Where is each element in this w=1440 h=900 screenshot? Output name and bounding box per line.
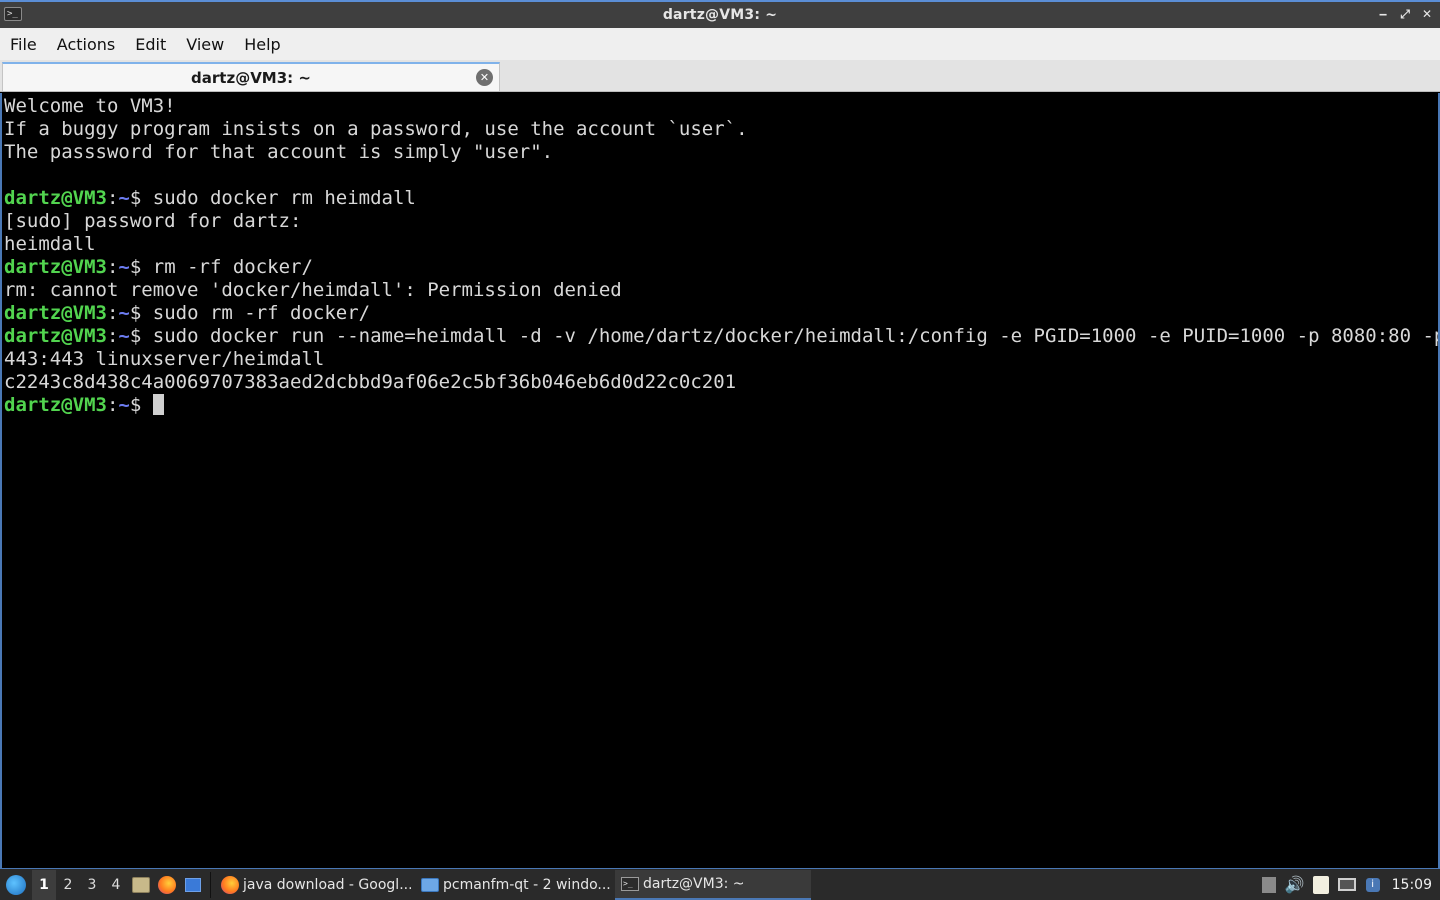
command-text: rm -rf docker/ bbox=[152, 256, 313, 278]
terminal-prompt-line: dartz@VM3:~$ sudo docker run --name=heim… bbox=[4, 325, 1438, 348]
menu-view[interactable]: View bbox=[178, 35, 232, 54]
window-titlebar[interactable]: >_ dartz@VM3: ~ ‒ ⤢ ✕ bbox=[0, 0, 1440, 28]
quicklaunch-files[interactable] bbox=[128, 870, 154, 900]
tray-clipboard[interactable] bbox=[1308, 870, 1334, 900]
terminal-output-line: Welcome to VM3! bbox=[4, 95, 176, 117]
task-label: dartz@VM3: ~ bbox=[643, 875, 745, 892]
tab-terminal[interactable]: dartz@VM3: ~ ✕ bbox=[2, 62, 500, 91]
terminal-prompt-line: dartz@VM3:~$ sudo docker rm heimdall bbox=[4, 187, 1438, 210]
terminal-output-line: 443:443 linuxserver/heimdall bbox=[4, 348, 325, 370]
arrow-up-icon bbox=[1261, 876, 1276, 893]
command-text: sudo rm -rf docker/ bbox=[152, 302, 371, 324]
lxqt-logo-icon bbox=[6, 874, 26, 895]
menu-bar: File Actions Edit View Help bbox=[0, 28, 1440, 60]
terminal-output-line: If a buggy program insists on a password… bbox=[4, 118, 748, 140]
clock[interactable]: 15:09 bbox=[1386, 877, 1440, 893]
terminal-prompt-line: dartz@VM3:~$ bbox=[4, 394, 1438, 417]
taskbar: 1 2 3 4 java download - Googl... pcmanfm… bbox=[0, 868, 1440, 900]
terminal-output-line: c2243c8d438c4a0069707383aed2dcbbd9af06e2… bbox=[4, 371, 737, 393]
prompt-path: ~ bbox=[118, 187, 130, 209]
tray-network[interactable] bbox=[1334, 870, 1360, 900]
prompt-user: dartz@VM3 bbox=[4, 256, 107, 278]
update-notifier-icon: i bbox=[1365, 877, 1380, 892]
terminal-icon[interactable]: >_ bbox=[4, 7, 22, 21]
taskbar-separator bbox=[210, 871, 211, 898]
window-controls: ‒ ⤢ ✕ bbox=[1376, 5, 1434, 23]
start-menu-button[interactable] bbox=[0, 870, 32, 900]
close-circle-icon[interactable]: ✕ bbox=[476, 69, 493, 86]
prompt-dollar: $ bbox=[129, 394, 153, 416]
tab-bar: dartz@VM3: ~ ✕ bbox=[0, 60, 1440, 92]
terminal-prompt-line: dartz@VM3:~$ rm -rf docker/ bbox=[4, 256, 1438, 279]
prompt-separator: : bbox=[106, 187, 119, 209]
task-label: java download - Googl... bbox=[243, 876, 411, 893]
prompt-dollar: $ bbox=[129, 256, 153, 278]
menu-actions[interactable]: Actions bbox=[49, 35, 123, 54]
prompt-path: ~ bbox=[118, 394, 130, 416]
menu-edit[interactable]: Edit bbox=[127, 35, 174, 54]
prompt-user: dartz@VM3 bbox=[4, 325, 107, 347]
tray-volume[interactable]: 🔊 bbox=[1282, 870, 1308, 900]
prompt-user: dartz@VM3 bbox=[4, 394, 107, 416]
prompt-separator: : bbox=[106, 325, 119, 347]
window-title: dartz@VM3: ~ bbox=[662, 7, 778, 23]
firefox-icon bbox=[158, 875, 176, 894]
menu-file[interactable]: File bbox=[2, 35, 45, 54]
prompt-separator: : bbox=[106, 394, 119, 416]
prompt-dollar: $ bbox=[129, 325, 153, 347]
firefox-icon bbox=[221, 875, 239, 894]
terminal-output[interactable]: Welcome to VM3! If a buggy program insist… bbox=[0, 93, 1440, 868]
terminal-output-line: heimdall bbox=[4, 233, 96, 255]
prompt-separator: : bbox=[106, 302, 119, 324]
terminal-icon: >_ bbox=[621, 876, 639, 891]
task-terminal[interactable]: >_ dartz@VM3: ~ bbox=[615, 869, 811, 900]
menu-help[interactable]: Help bbox=[236, 35, 288, 54]
prompt-path: ~ bbox=[118, 256, 130, 278]
tray-up-arrow[interactable] bbox=[1256, 870, 1282, 900]
workspace-4[interactable]: 4 bbox=[104, 870, 128, 900]
workspace-2[interactable]: 2 bbox=[56, 870, 80, 900]
tray-updates[interactable]: i bbox=[1360, 870, 1386, 900]
terminal-output-line: [sudo] password for dartz: bbox=[4, 210, 302, 232]
prompt-separator: : bbox=[106, 256, 119, 278]
task-firefox[interactable]: java download - Googl... bbox=[215, 870, 411, 900]
prompt-dollar: $ bbox=[129, 187, 153, 209]
folder-icon bbox=[421, 877, 439, 892]
command-text: sudo docker rm heimdall bbox=[152, 187, 416, 209]
clipboard-icon bbox=[1312, 875, 1329, 894]
task-label: pcmanfm-qt - 2 windo... bbox=[443, 876, 611, 893]
maximize-button[interactable]: ⤢ bbox=[1398, 5, 1412, 23]
tab-label: dartz@VM3: ~ bbox=[191, 68, 311, 87]
close-button[interactable]: ✕ bbox=[1420, 5, 1434, 23]
terminal-output-line: The passsword for that account is simply… bbox=[4, 141, 554, 163]
prompt-path: ~ bbox=[118, 302, 130, 324]
terminal-prompt-line: dartz@VM3:~$ sudo rm -rf docker/ bbox=[4, 302, 1438, 325]
network-icon bbox=[1337, 878, 1356, 891]
prompt-user: dartz@VM3 bbox=[4, 187, 107, 209]
prompt-user: dartz@VM3 bbox=[4, 302, 107, 324]
file-manager-icon bbox=[132, 876, 150, 893]
quicklaunch-show-desktop[interactable] bbox=[180, 870, 206, 900]
volume-icon: 🔊 bbox=[1284, 875, 1305, 894]
terminal-cursor bbox=[152, 394, 164, 415]
terminal-output-line: rm: cannot remove 'docker/heimdall': Per… bbox=[4, 279, 622, 301]
workspace-3[interactable]: 3 bbox=[80, 870, 104, 900]
workspace-1[interactable]: 1 bbox=[32, 869, 56, 900]
task-pcmanfm[interactable]: pcmanfm-qt - 2 windo... bbox=[415, 870, 611, 900]
command-text: sudo docker run --name=heimdall -d -v /h… bbox=[152, 325, 1440, 347]
prompt-dollar: $ bbox=[129, 302, 153, 324]
minimize-button[interactable]: ‒ bbox=[1376, 5, 1390, 23]
system-tray: 🔊 i 15:09 bbox=[1256, 870, 1440, 900]
quicklaunch-firefox[interactable] bbox=[154, 870, 180, 900]
prompt-path: ~ bbox=[118, 325, 130, 347]
show-desktop-icon bbox=[185, 877, 201, 892]
